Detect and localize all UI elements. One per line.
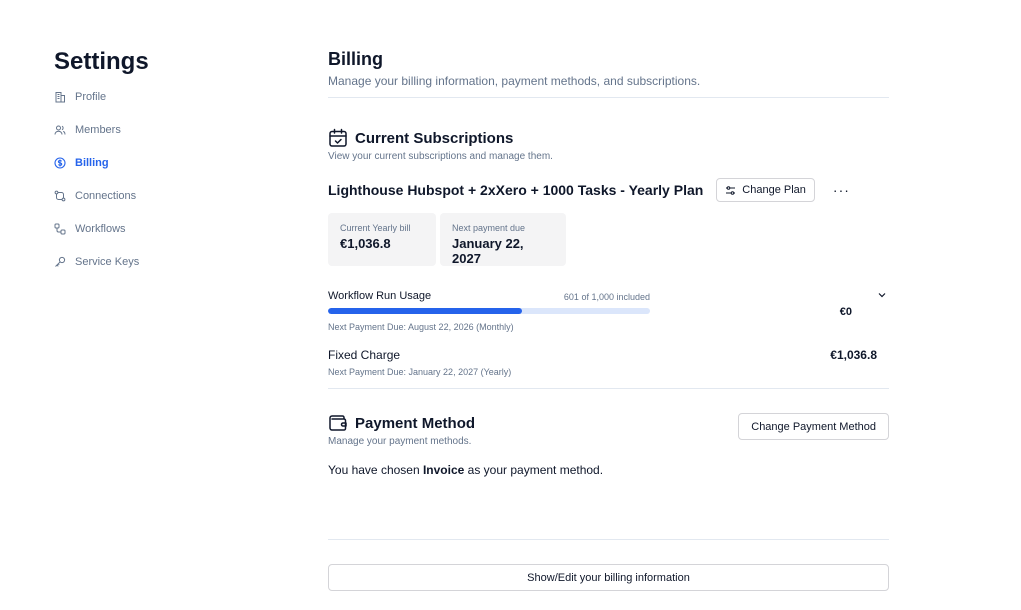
sidebar-item-members[interactable]: Members bbox=[54, 113, 254, 146]
footer-divider bbox=[328, 539, 889, 540]
change-payment-method-button[interactable]: Change Payment Method bbox=[738, 413, 889, 440]
usage-next-payment: Next Payment Due: August 22, 2026 (Month… bbox=[328, 322, 514, 332]
sidebar-item-billing[interactable]: Billing bbox=[54, 146, 254, 179]
key-icon bbox=[54, 256, 66, 268]
page-subtitle: Manage your billing information, payment… bbox=[328, 74, 701, 88]
page-title: Billing bbox=[328, 49, 383, 69]
billing-main: Billing Manage your billing information,… bbox=[328, 48, 889, 591]
sidebar-item-service-keys[interactable]: Service Keys bbox=[54, 245, 254, 278]
usage-progress-fill bbox=[328, 308, 522, 314]
payment-method-title: Payment Method bbox=[355, 414, 476, 432]
workflow-icon bbox=[54, 223, 66, 235]
dollar-circle-icon bbox=[54, 156, 66, 169]
payment-method-section: Payment Method Manage your payment metho… bbox=[328, 413, 889, 493]
bill-cards: Current Yearly bill €1,036.8 Next paymen… bbox=[328, 213, 889, 266]
payment-text-before: You have chosen bbox=[328, 463, 423, 477]
chevron-down-icon[interactable] bbox=[877, 290, 887, 300]
usage-row: Workflow Run Usage 601 of 1,000 included… bbox=[328, 290, 889, 340]
settings-sidebar: Settings Profile Members Billing Connect… bbox=[54, 48, 254, 278]
connections-icon bbox=[54, 190, 66, 202]
plan-row: Lighthouse Hubspot + 2xXero + 1000 Tasks… bbox=[328, 178, 889, 202]
building-icon bbox=[54, 91, 66, 103]
sidebar-item-workflows[interactable]: Workflows bbox=[54, 212, 254, 245]
usage-label: Workflow Run Usage bbox=[328, 290, 432, 302]
payment-text-after: as your payment method. bbox=[464, 463, 604, 477]
sidebar-item-label: Profile bbox=[75, 90, 107, 103]
users-icon bbox=[54, 124, 66, 136]
current-bill-card: Current Yearly bill €1,036.8 bbox=[328, 213, 436, 266]
sidebar-item-label: Members bbox=[75, 123, 121, 136]
card-value: €1,036.8 bbox=[340, 236, 391, 251]
sidebar-item-connections[interactable]: Connections bbox=[54, 179, 254, 212]
subscriptions-title: Current Subscriptions bbox=[355, 129, 514, 147]
sidebar-item-label: Connections bbox=[75, 189, 137, 202]
sliders-icon bbox=[726, 185, 736, 195]
fixed-charge-label: Fixed Charge bbox=[328, 348, 401, 362]
sidebar-item-label: Billing bbox=[75, 156, 109, 169]
subscriptions-header: Current Subscriptions bbox=[328, 128, 889, 148]
fixed-charge-amount: €1,036.8 bbox=[830, 348, 877, 362]
usage-count: 601 of 1,000 included bbox=[563, 292, 650, 302]
subscriptions-subtitle: View your current subscriptions and mana… bbox=[328, 151, 553, 162]
settings-nav: Profile Members Billing Connections Work… bbox=[54, 80, 254, 278]
payment-method-value: Invoice bbox=[422, 463, 465, 477]
plan-name: Lighthouse Hubspot + 2xXero + 1000 Tasks… bbox=[328, 182, 704, 198]
show-edit-billing-info-button[interactable]: Show/Edit your billing information bbox=[328, 564, 889, 591]
calendar-check-icon bbox=[328, 128, 348, 148]
card-label: Current Yearly bill bbox=[340, 223, 411, 233]
sidebar-item-label: Workflows bbox=[75, 222, 126, 235]
fixed-next-payment: Next Payment Due: January 22, 2027 (Year… bbox=[328, 367, 512, 377]
wallet-icon bbox=[328, 413, 348, 433]
sidebar-item-profile[interactable]: Profile bbox=[54, 80, 254, 113]
fixed-charge-row: Fixed Charge €1,036.8 Next Payment Due: … bbox=[328, 348, 889, 388]
section-divider bbox=[328, 388, 889, 389]
usage-amount: €0 bbox=[839, 306, 852, 318]
next-payment-card: Next payment due January 22, 2027 bbox=[440, 213, 566, 266]
usage-progress-bar bbox=[328, 308, 650, 314]
payment-method-text: You have chosen Invoice as your payment … bbox=[328, 463, 603, 477]
card-value: January 22, 2027 bbox=[452, 236, 524, 266]
more-options-icon[interactable]: ··· bbox=[833, 182, 850, 198]
card-label: Next payment due bbox=[452, 223, 526, 233]
header-divider bbox=[328, 97, 889, 98]
settings-title: Settings bbox=[54, 48, 149, 75]
subscriptions-section: Current Subscriptions View your current … bbox=[328, 128, 889, 388]
change-plan-button[interactable]: Change Plan bbox=[716, 178, 815, 202]
sidebar-item-label: Service Keys bbox=[75, 255, 140, 268]
change-plan-label: Change Plan bbox=[742, 184, 806, 196]
